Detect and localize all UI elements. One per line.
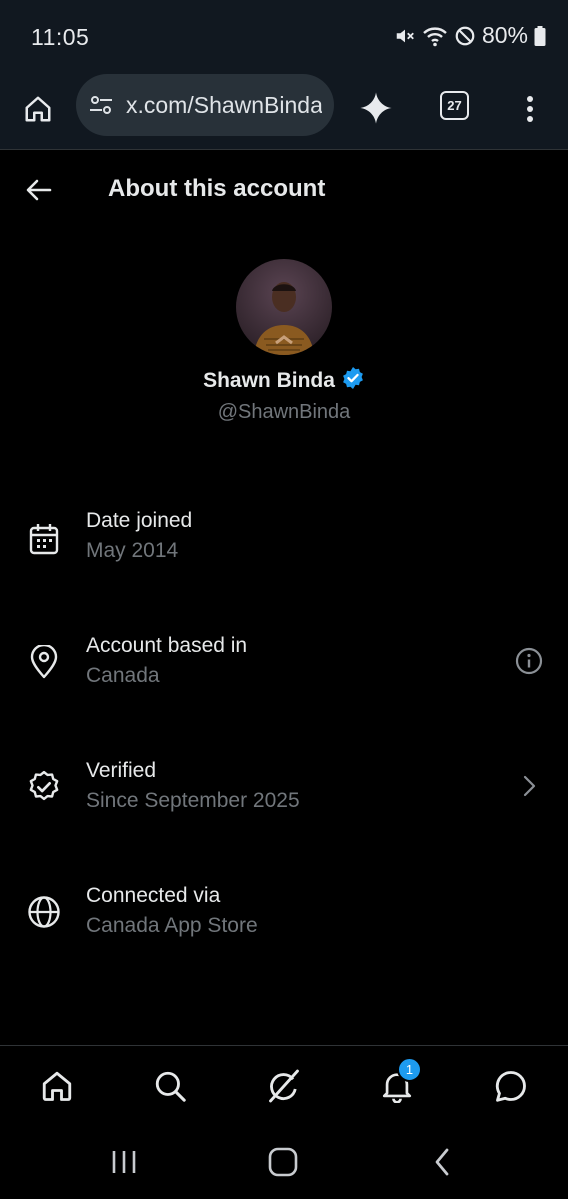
row-label: Date joined: [86, 509, 193, 532]
globe-icon: [26, 894, 62, 930]
gemini-button[interactable]: [356, 88, 396, 128]
grok-icon[interactable]: [264, 1066, 304, 1106]
chevron-right-icon[interactable]: [514, 771, 544, 801]
row-value: Canada: [86, 664, 160, 687]
mute-icon: [394, 25, 416, 47]
location-pin-icon: [26, 644, 62, 680]
battery-icon: [534, 25, 546, 46]
calendar-icon: [26, 521, 62, 557]
profile-name-row: Shawn Binda: [0, 366, 568, 395]
row-label: Account based in: [86, 634, 248, 657]
do-not-disturb-icon: [454, 25, 476, 47]
profile-name: Shawn Binda: [203, 368, 335, 392]
info-row-date-joined: Date joined May 2014: [0, 505, 568, 585]
status-bar: 11:05 80%: [0, 0, 568, 72]
status-time: 11:05: [31, 24, 90, 50]
bottom-navigation: [0, 1045, 568, 1125]
search-icon[interactable]: [150, 1066, 190, 1106]
recent-apps-icon[interactable]: [104, 1145, 144, 1179]
info-icon[interactable]: [514, 646, 544, 676]
wifi-icon: [422, 25, 448, 47]
system-navigation-bar: [0, 1125, 568, 1199]
row-value: May 2014: [86, 539, 179, 562]
status-icons: 80%: [394, 22, 546, 49]
url-text[interactable]: x.com/ShawnBinda/about: [126, 92, 322, 119]
browser-toolbar: x.com/ShawnBinda/about 27: [0, 72, 568, 150]
avatar[interactable]: [236, 259, 332, 355]
home-icon[interactable]: [37, 1066, 77, 1106]
verified-badge-icon: [26, 769, 62, 805]
info-row-verified[interactable]: Verified Since September 2025: [0, 755, 568, 835]
row-label: Connected via: [86, 884, 221, 907]
address-bar[interactable]: x.com/ShawnBinda/about: [76, 74, 334, 136]
page-title: About this account: [108, 175, 326, 202]
sparkle-icon: [360, 92, 392, 124]
verified-checkmark-icon: [341, 366, 365, 395]
notification-badge: 1: [397, 1057, 422, 1082]
tab-switcher-button[interactable]: 27: [440, 91, 469, 120]
home-button-icon[interactable]: [263, 1145, 303, 1179]
site-settings-icon[interactable]: [88, 92, 114, 118]
row-value: Since September 2025: [86, 789, 300, 812]
system-back-icon[interactable]: [422, 1145, 462, 1179]
home-outline-icon: [25, 96, 51, 122]
browser-home-button[interactable]: [18, 89, 58, 129]
more-options-icon[interactable]: [516, 89, 544, 129]
row-label: Verified: [86, 759, 157, 782]
info-row-account-based-in: Account based in Canada: [0, 630, 568, 710]
battery-percent: 80%: [481, 22, 528, 48]
row-value: Canada App Store: [86, 914, 258, 937]
back-arrow-icon[interactable]: [22, 173, 56, 207]
info-row-connected-via: Connected via Canada App Store: [0, 880, 568, 960]
profile-handle: @ShawnBinda: [217, 401, 351, 423]
messages-icon[interactable]: [491, 1066, 531, 1106]
page-header: About this account: [0, 151, 568, 229]
